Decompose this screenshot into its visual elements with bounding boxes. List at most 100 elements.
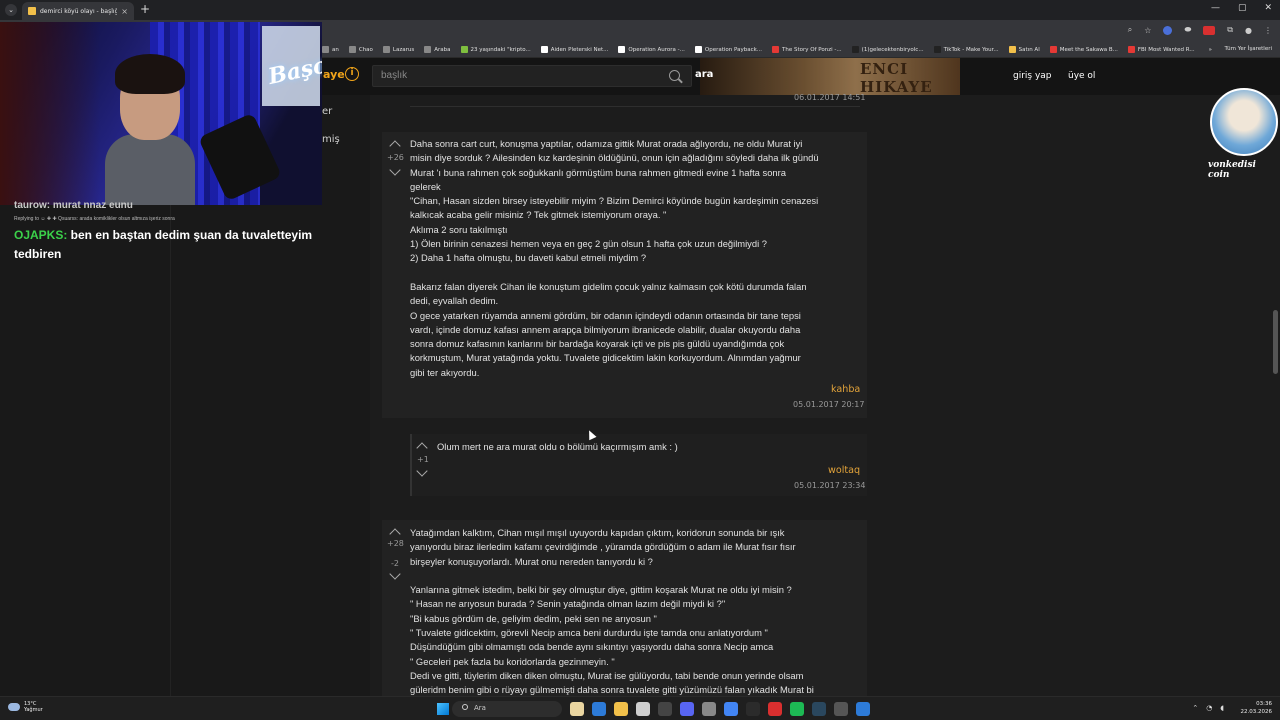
menu-kebab-icon[interactable]: ⋮ [1264,26,1272,35]
streamer-body [105,134,195,205]
taskbar-app-icon[interactable] [856,702,870,716]
bookmark-favicon-icon [851,46,859,53]
taskbar-app-icon[interactable] [834,702,848,716]
search-input[interactable]: başlık [372,65,692,87]
bookmark-item[interactable]: Araba [424,46,451,53]
badge-label: vonkedisi coin [1208,160,1256,180]
taskbar-app-icon[interactable] [702,702,716,716]
bookmark-item[interactable]: The Story Of Ponzi -... [772,46,842,53]
bookmark-item[interactable]: Aiden Pleterski Net... [540,46,609,53]
chat-username: OJAPKS: [14,228,68,242]
banner-text: ENCI HIKAYE [860,60,933,96]
sidebar-item[interactable]: er [322,106,332,117]
taskbar-app-icon[interactable] [570,702,584,716]
bookmark-favicon-icon [694,46,702,53]
tab-favicon-icon [28,7,36,15]
bookmark-item[interactable]: FBI Most Wanted R... [1127,46,1195,53]
taskbar-app-icon[interactable] [812,702,826,716]
bookmark-label: Operation Aurora -... [628,46,685,53]
bookmark-item[interactable]: Operation Aurora -... [618,46,685,53]
bookmark-item[interactable]: Operation Payback... [694,46,763,53]
entry-author[interactable]: kahba [831,384,860,395]
windows-start-icon[interactable] [437,703,449,715]
weather-desc: Yağmur [24,707,43,713]
bookmarks-overflow-button[interactable]: » [1209,47,1212,53]
bookmark-item[interactable]: Lazarus [382,46,414,53]
bookmark-label: Aiden Pleterski Net... [550,46,609,53]
bookmark-label: (1)gelecektenbiryolc... [861,46,924,53]
new-tab-button[interactable]: + [140,2,150,16]
page-scrollbar[interactable] [1272,95,1280,696]
bookmark-label: 23 yaşındaki "kripto... [470,46,531,53]
tab-list-button[interactable]: ⌄ [5,4,17,16]
maximize-button[interactable]: ▢ [1238,3,1247,13]
chat-previous-text: murat nnaz eunu [52,200,133,211]
all-bookmarks-folder[interactable]: Tüm Yer İşaretleri [1225,46,1272,52]
bookmark-item[interactable]: an [322,46,339,53]
bookmark-favicon-icon [540,46,548,53]
info-icon[interactable]: i [345,67,359,81]
bookmark-label: Operation Payback... [704,46,763,53]
bookmark-item[interactable]: (1)gelecektenbiryolc... [851,46,924,53]
bookmark-item[interactable]: Chao [348,46,373,53]
bookmark-label: Satın Al [1018,46,1040,53]
search-icon[interactable] [669,70,680,81]
bookmark-favicon-icon [460,46,468,53]
taskbar-app-icon[interactable] [614,702,628,716]
bookmark-item[interactable]: TikTok - Make Your... [933,46,999,53]
bookmark-favicon-icon [382,46,390,53]
bookmark-favicon-icon [1127,46,1135,53]
close-window-button[interactable]: ✕ [1264,3,1272,13]
browser-tab-bar: ⌄ demirci köyü olayı - başlığı açan... ×… [0,0,1280,20]
taskbar-app-icon[interactable] [790,702,804,716]
cat-avatar-badge [1210,88,1278,156]
entry-date[interactable]: 06.01.2017 14:51 [794,93,865,102]
bookmark-label: TikTok - Make Your... [943,46,999,53]
chat-previous-message: taurow: murat nnaz eunu [14,200,133,211]
extension-icon[interactable]: ⬬ [1184,25,1191,35]
minimize-button[interactable]: — [1211,3,1220,13]
volume-icon[interactable]: ◖ [1220,704,1224,712]
wifi-icon[interactable]: ◔ [1206,704,1212,712]
taskbar-app-icon[interactable] [658,702,672,716]
webcam-overlay: Başo [0,22,322,205]
weather-widget[interactable]: 13°C Yağmur [8,701,43,713]
tab-close-icon[interactable]: × [121,7,128,16]
streamer-hair [115,54,185,94]
taskbar-app-icon[interactable] [592,702,606,716]
zoom-icon[interactable]: ⌕ [1128,25,1132,35]
bookmark-favicon-icon [424,46,432,53]
sidebar-item[interactable]: miş [322,134,340,145]
bookmark-label: The Story Of Ponzi -... [782,46,842,53]
signup-link[interactable]: üye ol [1068,71,1095,81]
taskbar-app-icon[interactable] [636,702,650,716]
bookmark-item[interactable]: Satın Al [1008,46,1040,53]
taskbar-app-icon[interactable] [746,702,760,716]
bookmark-item[interactable]: 23 yaşındaki "kripto... [460,46,531,53]
taskbar-search[interactable]: Ara [452,701,562,717]
bookmark-star-icon[interactable]: ☆ [1144,26,1151,35]
entry-score: +26 [387,153,404,162]
taskbar-app-icon[interactable] [768,702,782,716]
login-link[interactable]: giriş yap [1013,71,1052,81]
tab-title: demirci köyü olayı - başlığı açan... [40,7,118,15]
taskbar-clock[interactable]: 03:36 22.03.2026 [1241,700,1273,716]
extension-icon[interactable] [1203,25,1216,35]
entry-date[interactable]: 05.01.2017 20:17 [793,400,864,409]
taskbar-app-icon[interactable] [724,702,738,716]
bookmark-item[interactable]: Meet the Sakawa B... [1049,46,1118,53]
scrollbar-thumb[interactable] [1273,310,1278,374]
bookmark-label: FBI Most Wanted R... [1137,46,1195,53]
entry-date[interactable]: 05.01.2017 23:34 [794,481,865,490]
chevron-up-icon[interactable]: ⌃ [1192,704,1198,712]
bookmark-favicon-icon [322,46,329,53]
taskbar-app-icon[interactable] [680,702,694,716]
extension-icon[interactable] [1163,25,1173,35]
site-logo[interactable]: aye [323,68,345,81]
entry-author[interactable]: woltaq [828,465,860,476]
chat-previous-user: taurow: [14,200,51,211]
extensions-puzzle-icon[interactable]: ⧉ [1227,25,1233,35]
profile-icon[interactable]: ● [1245,26,1252,35]
browser-tab-active[interactable]: demirci köyü olayı - başlığı açan... × [22,2,134,20]
search-button[interactable]: ara [695,69,713,80]
